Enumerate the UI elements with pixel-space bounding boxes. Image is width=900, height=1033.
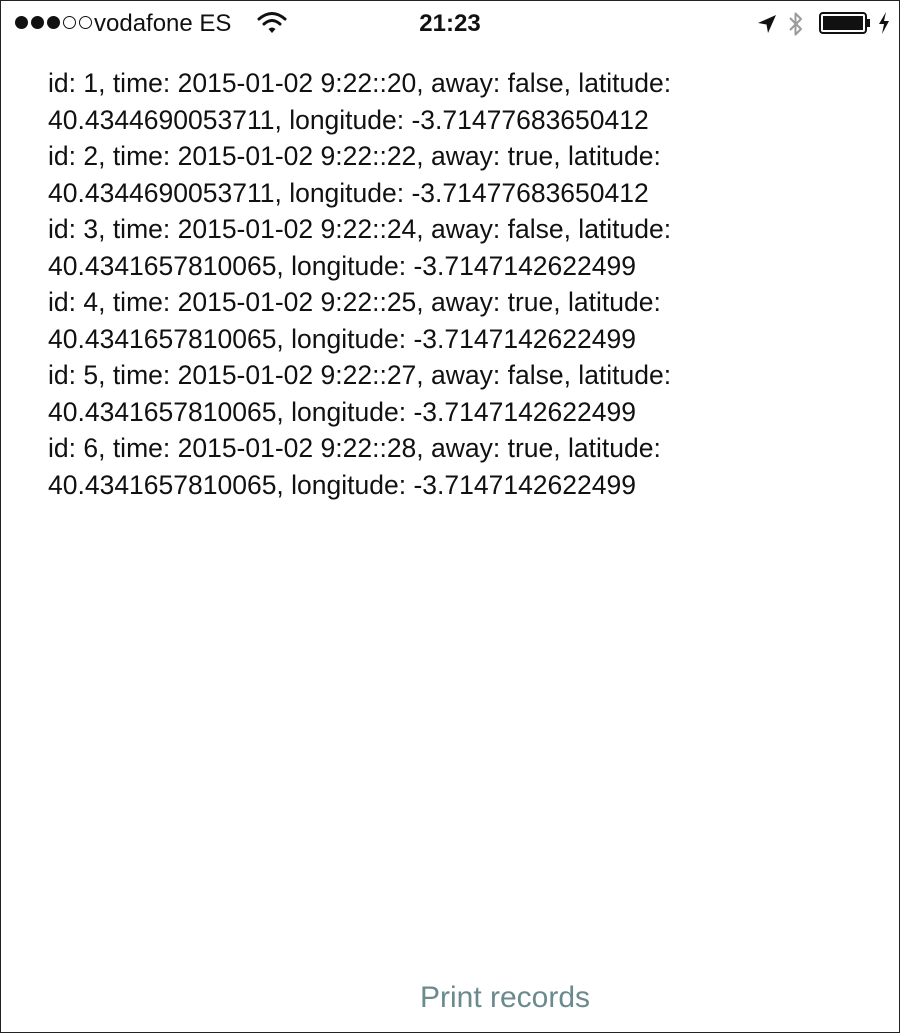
record-item: id: 6, time: 2015-01-02 9:22::28, away: … <box>48 433 661 500</box>
battery-icon <box>819 12 870 34</box>
record-item: id: 1, time: 2015-01-02 9:22::20, away: … <box>48 68 672 135</box>
bluetooth-icon <box>789 12 802 36</box>
record-item: id: 5, time: 2015-01-02 9:22::27, away: … <box>48 360 672 427</box>
location-arrow-icon <box>758 15 776 33</box>
print-records-button[interactable]: Print records <box>331 975 679 1021</box>
record-item: id: 4, time: 2015-01-02 9:22::25, away: … <box>48 287 661 354</box>
record-item: id: 2, time: 2015-01-02 9:22::22, away: … <box>48 141 661 208</box>
charging-bolt-icon <box>879 12 889 34</box>
record-item: id: 3, time: 2015-01-02 9:22::24, away: … <box>48 214 672 281</box>
status-bar: vodafone ES 21:23 <box>1 1 899 47</box>
records-list: id: 1, time: 2015-01-02 9:22::20, away: … <box>48 65 848 503</box>
phone-screen: vodafone ES 21:23 id: 1, time: 2015-01-0… <box>0 0 900 1033</box>
